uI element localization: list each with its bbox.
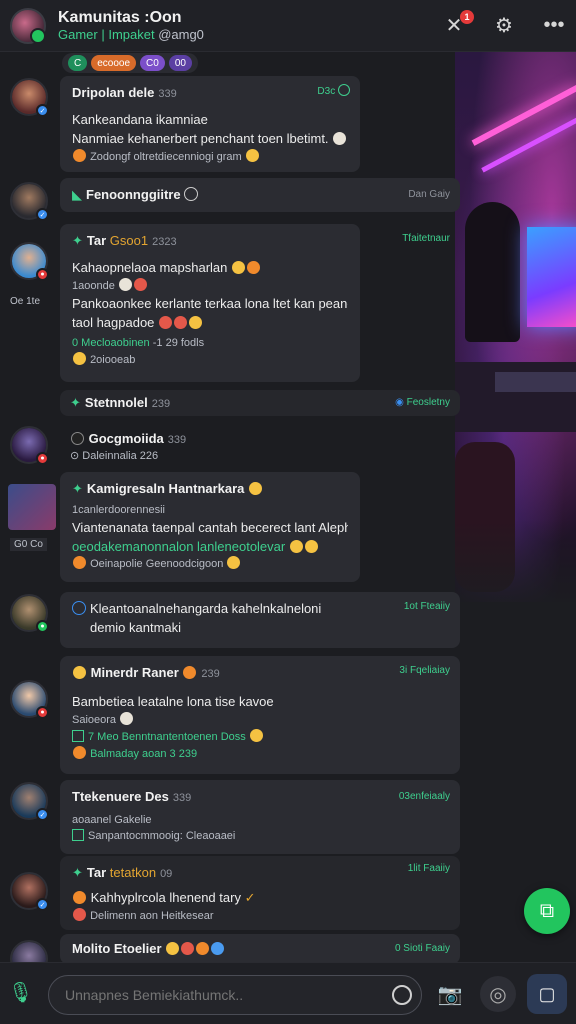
notification-badge: 1 xyxy=(460,9,474,24)
message-time: 03enfeiaaly xyxy=(398,791,450,802)
message-text: Nanmiae kehanerbert penchant toen lbetim… xyxy=(72,130,348,149)
attach-button[interactable]: ▢ xyxy=(527,974,567,1014)
message-bubble[interactable]: ✦ Tar Gsoo1 2323 Tfaitetnaur Kahaopnelaoa … xyxy=(60,224,450,382)
message-bubble[interactable]: Kleantoanalnehangarda kahelnkalneloni 1o… xyxy=(60,592,460,648)
message-time: Dan Gaiy xyxy=(408,189,450,200)
message-time: 3i Fqeliaiay xyxy=(399,665,450,676)
message-time: 1lit Faaiiy xyxy=(407,863,450,874)
media-thumbnail[interactable] xyxy=(8,484,56,530)
gear-icon[interactable]: ⚙ xyxy=(492,14,516,38)
avatar[interactable]: ● xyxy=(10,594,49,633)
sticker-icon[interactable]: ◎ xyxy=(480,976,516,1012)
message-time: Tfaitetnaur xyxy=(402,233,450,244)
message-text: Pankoaonkee kerlante terkaa lona ltet ka… xyxy=(72,295,348,311)
sender-name[interactable]: Dripolan dele xyxy=(72,85,154,100)
pill-2[interactable]: ecoooe xyxy=(91,55,137,71)
sender-name[interactable]: Fenoonnggiitre xyxy=(86,187,181,202)
sender-name[interactable]: Kamigresaln Hantnarkara xyxy=(87,481,245,496)
message-text: demio kantmaki xyxy=(90,619,182,635)
chat-header: Kamunitas :Oon Gamer | Impaket @amg0 ✕ 1 … xyxy=(0,0,576,52)
side-label: Oe 1te xyxy=(10,296,41,307)
avatar[interactable]: ✓ xyxy=(10,182,49,221)
message-bubble[interactable]: ✦ Tar tetatkon 09 1lit Faaiiy Kahhyplrcola… xyxy=(60,856,460,930)
message-footer: 0 Mecloaobinen -1 29 fodls xyxy=(72,337,205,350)
message-text: taol hagpadoe xyxy=(72,314,348,333)
message-text: Bambetiea leatalne lona tise kavoe xyxy=(72,693,274,709)
star-icon: ✦ xyxy=(72,233,83,248)
message-time: 1ot Fteaiiy xyxy=(403,601,450,612)
sender-name[interactable]: Stetnnolel xyxy=(85,395,148,410)
message-text: Kleantoanalnehangarda kahelnkalneloni xyxy=(90,601,322,616)
message-text: Kankeandana ikamniae xyxy=(72,111,208,127)
message-text: Saioeora xyxy=(72,711,448,729)
message-bubble[interactable]: ✦ Stetnnolel 239 ◉ Feosletny xyxy=(60,390,460,416)
message-text: Kahaopnelaoa mapsharlan xyxy=(72,259,348,278)
header-text: Kamunitas :Oon Gamer | Impaket @amg0 xyxy=(58,8,204,43)
more-icon[interactable]: ••• xyxy=(542,14,566,38)
message-bubble[interactable]: Minerdr Raner 239 3i Fqeliaiay Bambetiea… xyxy=(60,656,460,774)
sender-name[interactable]: Ttekenuere Des xyxy=(72,789,169,804)
message-bubble[interactable]: Dripolan dele 339 D3c Kankeandana ikamnia… xyxy=(60,76,360,172)
header-actions: ✕ 1 ⚙ ••• xyxy=(442,9,566,38)
message-text: Sanpantocmmooig: Cleaoaaei xyxy=(72,828,448,845)
mic-icon[interactable]: 🎙 xyxy=(8,980,33,1010)
avatar[interactable]: ✓ xyxy=(10,872,49,911)
chat-app: Kamunitas :Oon Gamer | Impaket @amg0 ✕ 1 … xyxy=(0,0,576,1024)
message-text: Kahhyplrcola lhenend tary ✓ xyxy=(72,889,448,908)
pill-3[interactable]: C0 xyxy=(140,55,165,71)
star-icon: ✦ xyxy=(72,865,83,880)
side-label: G0 Co xyxy=(10,538,47,551)
message-text: aoaanel Gakelie xyxy=(72,813,152,826)
message-footer: Oeinapolie Geenoodcigoon xyxy=(72,556,348,573)
edit-icon xyxy=(72,601,86,615)
group-subtitle: Gamer | Impaket @amg0 xyxy=(58,27,204,43)
message-text: Delimenn aon Heitkesear xyxy=(72,907,448,925)
badge-icon: ◣ xyxy=(72,187,82,202)
sender-name[interactable]: Tar xyxy=(87,865,106,880)
message-bubble[interactable]: ✦ Kamigresaln Hantnarkara 1canlerdoorenne… xyxy=(60,472,360,582)
avatar[interactable]: ● xyxy=(10,680,49,719)
group-title: Kamunitas :Oon xyxy=(58,9,182,27)
message-time: 0 Sioti Faaiy xyxy=(394,943,450,954)
message-text: oeodakemanonnalon lanleneotolevar xyxy=(72,538,348,557)
avatar[interactable]: ● xyxy=(10,426,49,465)
message-footer: Balmaday aoan 3 239 xyxy=(72,745,448,763)
pill-1[interactable]: C xyxy=(68,55,88,71)
message-text: 7 Meo Benntnantentoenen Doss xyxy=(72,728,448,746)
message-bubble[interactable]: Gocgmoiida 339 ⊙ Daleinnalia 226 xyxy=(60,426,360,470)
close-icon[interactable]: ✕ 1 xyxy=(442,9,474,38)
share-button[interactable]: ⧉ xyxy=(524,888,570,934)
message-text: ⊙ Daleinnalia 226 xyxy=(70,449,159,462)
group-avatar[interactable] xyxy=(10,7,46,44)
star-icon: ✦ xyxy=(70,395,81,410)
camera-icon[interactable]: 📷 xyxy=(436,980,464,1008)
star-icon: ✦ xyxy=(72,481,83,496)
message-time: ◉ Feosletny xyxy=(395,397,450,408)
reaction-pills: C ecoooe C0 00 xyxy=(62,53,198,73)
message-time: D3c xyxy=(317,84,350,100)
message-footer: 2oiooeab xyxy=(72,352,348,369)
emoji-icon[interactable] xyxy=(392,985,412,1005)
message-bubble[interactable]: Ttekenuere Des 339 03enfeiaaly aoaanel Ga… xyxy=(60,780,460,854)
sender-name[interactable]: Gocgmoiida xyxy=(89,431,164,446)
message-text: Viantenanata taenpal cantah becerect lan… xyxy=(72,519,348,535)
message-text: 1canlerdoorennesii xyxy=(72,503,165,516)
avatar[interactable]: ✓ xyxy=(10,78,49,117)
message-footer: Zodongf oltretdiecenniogi gram xyxy=(72,148,348,166)
message-bubble[interactable]: Molito Etoelier 0 Sioti Faaiy xyxy=(60,934,460,964)
message-bubble[interactable]: ◣ Fenoonnggiitre Dan Gaiy xyxy=(60,178,460,212)
avatar[interactable]: ✓ xyxy=(10,782,49,821)
pill-4[interactable]: 00 xyxy=(168,55,192,71)
message-input[interactable] xyxy=(48,975,422,1015)
avatar[interactable]: ● xyxy=(10,242,49,281)
sender-name[interactable]: Minerdr Raner xyxy=(91,665,179,680)
sender-name[interactable]: Molito Etoelier xyxy=(72,941,162,956)
message-text: 1aoonde xyxy=(72,277,348,295)
sender-name[interactable]: Tar xyxy=(87,233,106,248)
